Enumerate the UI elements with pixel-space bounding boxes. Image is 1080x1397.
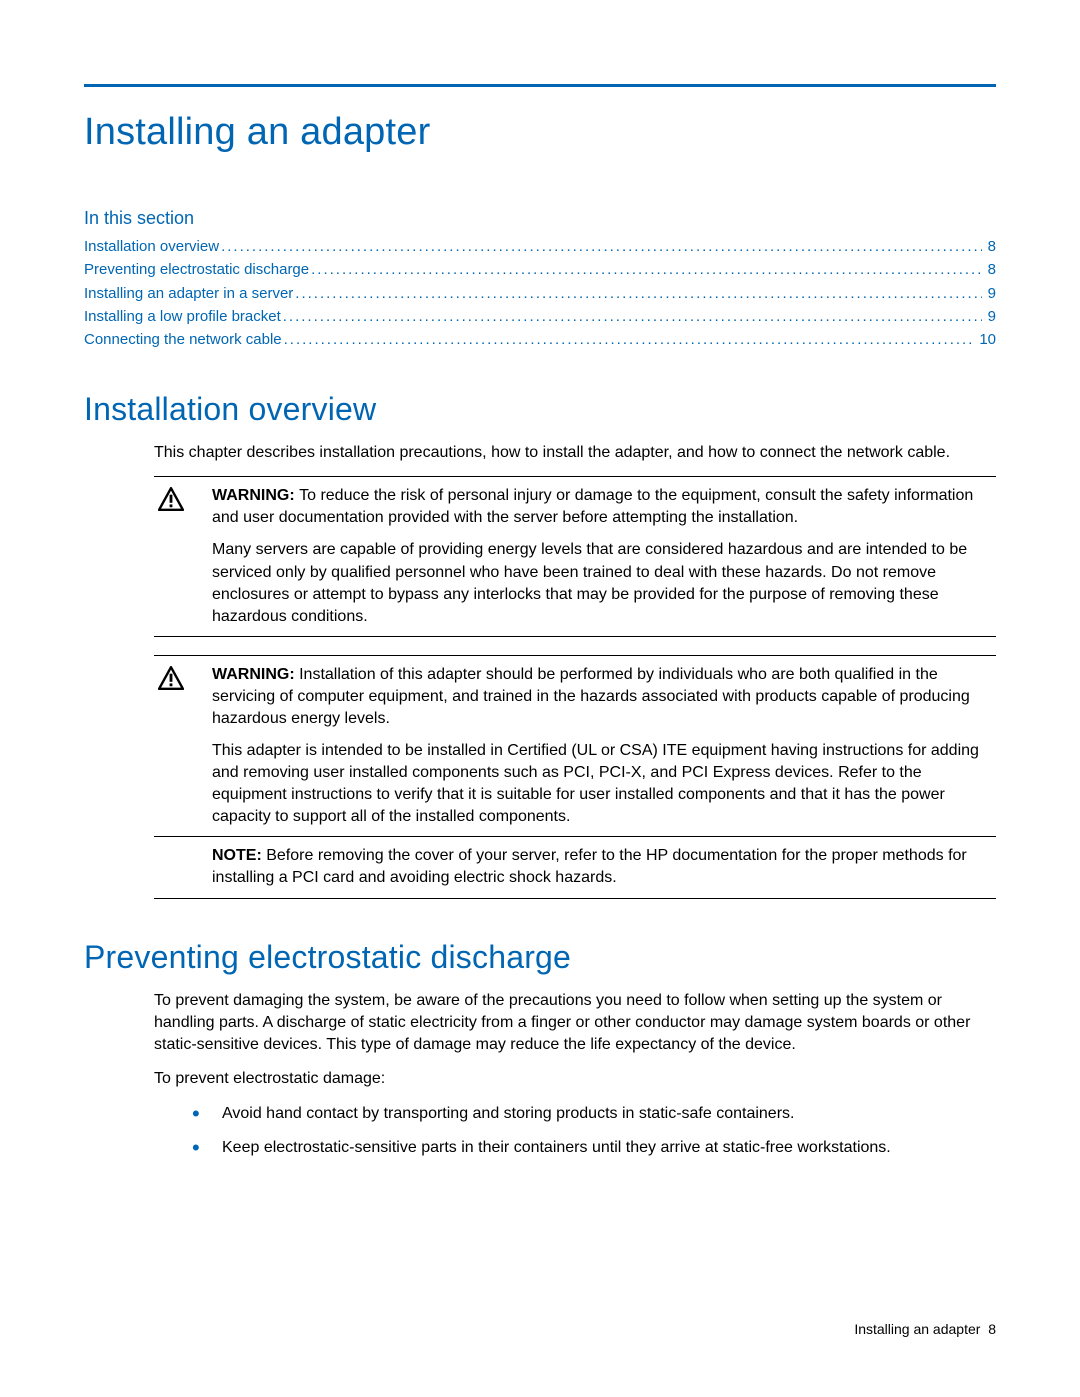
note-icon-col bbox=[154, 845, 212, 847]
toc-dots bbox=[284, 328, 974, 351]
esd-p2: To prevent electrostatic damage: bbox=[154, 1068, 996, 1090]
warning-text-2: This adapter is intended to be installed… bbox=[212, 740, 992, 828]
section-heading-esd: Preventing electrostatic discharge bbox=[84, 939, 996, 976]
toc-label: Connecting the network cable bbox=[84, 328, 282, 351]
footer-page: 8 bbox=[988, 1321, 996, 1337]
intro-text: This chapter describes installation prec… bbox=[154, 442, 996, 464]
toc-block: In this section Installation overview 8 … bbox=[84, 208, 996, 351]
toc-dots bbox=[295, 282, 981, 305]
warning-icon bbox=[154, 485, 212, 516]
in-this-section-label: In this section bbox=[84, 208, 996, 229]
toc-dots bbox=[221, 235, 982, 258]
toc-row[interactable]: Installation overview 8 bbox=[84, 235, 996, 258]
callout-row: WARNING: To reduce the risk of personal … bbox=[154, 476, 996, 636]
warning-callout-2: WARNING: Installation of this adapter sh… bbox=[154, 655, 996, 899]
warning-callout-1: WARNING: To reduce the risk of personal … bbox=[154, 476, 996, 636]
toc-row[interactable]: Installing an adapter in a server 9 bbox=[84, 282, 996, 305]
toc-page: 10 bbox=[975, 328, 996, 351]
toc-page: 8 bbox=[984, 235, 996, 258]
page-title: Installing an adapter bbox=[84, 111, 996, 154]
warning-text: To reduce the risk of personal injury or… bbox=[212, 487, 973, 526]
footer-text: Installing an adapter bbox=[854, 1321, 980, 1337]
callout-row: WARNING: Installation of this adapter sh… bbox=[154, 655, 996, 838]
callout-body: WARNING: Installation of this adapter sh… bbox=[212, 664, 996, 829]
toc-page: 8 bbox=[984, 258, 996, 281]
callout-row: NOTE: Before removing the cover of your … bbox=[154, 837, 996, 898]
page-footer: Installing an adapter 8 bbox=[854, 1321, 996, 1337]
warning-text: Installation of this adapter should be p… bbox=[212, 666, 970, 727]
list-item: Keep electrostatic-sensitive parts in th… bbox=[192, 1136, 996, 1160]
note-text: Before removing the cover of your server… bbox=[212, 847, 967, 886]
top-rule bbox=[84, 84, 996, 87]
callout-body: NOTE: Before removing the cover of your … bbox=[212, 845, 996, 889]
toc-dots bbox=[311, 258, 982, 281]
toc-label: Installing an adapter in a server bbox=[84, 282, 293, 305]
note-label: NOTE: bbox=[212, 847, 262, 864]
callout-body: WARNING: To reduce the risk of personal … bbox=[212, 485, 996, 627]
esd-bullets: Avoid hand contact by transporting and s… bbox=[192, 1102, 996, 1160]
toc-page: 9 bbox=[984, 282, 996, 305]
section-heading-installation-overview: Installation overview bbox=[84, 391, 996, 428]
esd-p1: To prevent damaging the system, be aware… bbox=[154, 990, 996, 1056]
toc-label: Installing a low profile bracket bbox=[84, 305, 281, 328]
warning-icon bbox=[154, 664, 212, 695]
intro-paragraph: This chapter describes installation prec… bbox=[154, 442, 996, 464]
toc-label: Installation overview bbox=[84, 235, 219, 258]
toc-row[interactable]: Connecting the network cable 10 bbox=[84, 328, 996, 351]
esd-body: To prevent damaging the system, be aware… bbox=[154, 990, 996, 1090]
toc-row[interactable]: Installing a low profile bracket 9 bbox=[84, 305, 996, 328]
toc-row[interactable]: Preventing electrostatic discharge 8 bbox=[84, 258, 996, 281]
warning-label: WARNING: bbox=[212, 487, 295, 504]
warning-label: WARNING: bbox=[212, 666, 295, 683]
toc-page: 9 bbox=[984, 305, 996, 328]
warning-text-2: Many servers are capable of providing en… bbox=[212, 539, 992, 627]
list-item: Avoid hand contact by transporting and s… bbox=[192, 1102, 996, 1126]
toc-dots bbox=[283, 305, 982, 328]
toc-label: Preventing electrostatic discharge bbox=[84, 258, 309, 281]
